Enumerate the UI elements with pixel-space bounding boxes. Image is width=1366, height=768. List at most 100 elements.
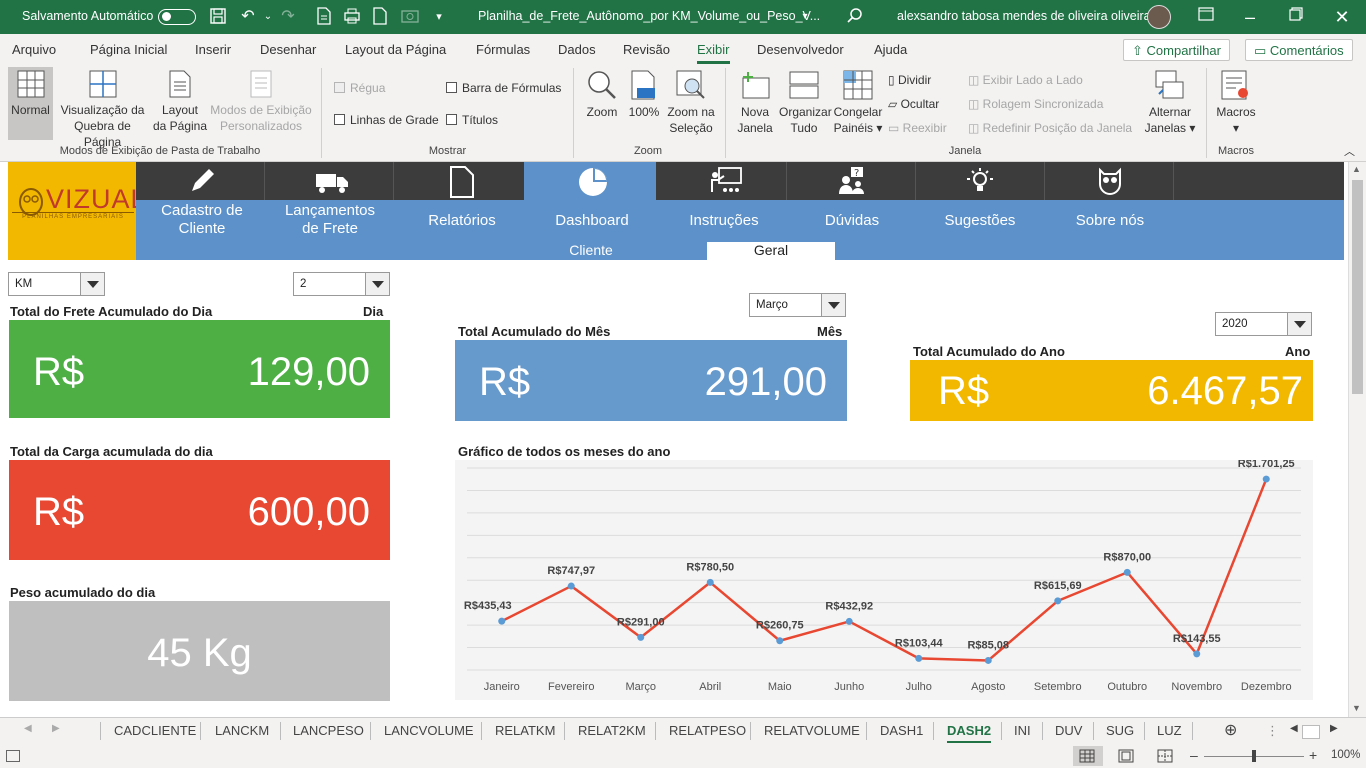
headings-checkbox[interactable]: Títulos — [446, 112, 498, 128]
tab-formulas[interactable]: Fórmulas — [476, 42, 530, 57]
add-sheet-icon[interactable]: ⊕ — [1224, 720, 1237, 740]
gridlines-checkbox[interactable]: Linhas de Grade — [334, 112, 439, 128]
tab-dados[interactable]: Dados — [558, 42, 596, 57]
file-name-dropdown-icon[interactable]: ▾ — [795, 7, 815, 27]
unit-dropdown[interactable]: KM — [8, 272, 105, 296]
minimize-icon[interactable]: – — [1240, 7, 1260, 27]
undo-icon[interactable]: ↶ — [238, 7, 258, 27]
nav-relatorios[interactable]: Relatórios — [398, 162, 526, 260]
sheet-tab[interactable]: RELATKM — [495, 723, 555, 738]
scroll-thumb[interactable] — [1352, 180, 1363, 394]
hide-button[interactable]: ▱ Ocultar — [888, 96, 939, 112]
custom-views-button[interactable]: Modos de Exibição Personalizados — [208, 70, 314, 134]
tab-ajuda[interactable]: Ajuda — [874, 42, 907, 57]
redo-icon[interactable]: ↷ — [278, 7, 298, 27]
zoom-slider-thumb[interactable] — [1252, 750, 1256, 762]
page-layout-icon[interactable] — [1118, 749, 1134, 766]
page-break-view-button[interactable]: Visualização da Quebra de Página — [55, 70, 150, 150]
collapse-ribbon-icon[interactable]: ︿ — [1344, 144, 1355, 160]
normal-view-button[interactable]: Normal — [8, 70, 53, 118]
chevron-down-icon[interactable] — [1287, 313, 1311, 335]
sheet-tab[interactable]: DUV — [1055, 723, 1082, 738]
tab-arquivo[interactable]: Arquivo — [12, 42, 56, 57]
sheet-tab[interactable]: RELATVOLUME — [764, 723, 860, 738]
formula-bar-checkbox[interactable]: Barra de Fórmulas — [446, 80, 561, 96]
tab-revisao[interactable]: Revisão — [623, 42, 670, 57]
close-icon[interactable]: ✕ — [1332, 7, 1352, 27]
switch-windows-button[interactable]: Alternar Janelas ▾ — [1144, 70, 1196, 136]
hscroll-right-icon[interactable]: ▶ — [1330, 723, 1338, 734]
scroll-down-icon[interactable]: ▼ — [1352, 703, 1361, 713]
sheet-tab[interactable]: CADCLIENTE — [114, 723, 196, 738]
zoom-100-button[interactable]: 100% — [626, 70, 662, 120]
new-file-icon[interactable] — [370, 7, 390, 27]
tab-layout[interactable]: Layout da Página — [345, 42, 446, 57]
macros-button[interactable]: Macros ▾ — [1212, 70, 1260, 136]
normal-view-icon[interactable] — [1079, 749, 1095, 766]
tab-desenvolvedor[interactable]: Desenvolvedor — [757, 42, 844, 57]
search-icon[interactable] — [845, 7, 865, 27]
tab-inserir[interactable]: Inserir — [195, 42, 231, 57]
autosave-toggle[interactable] — [158, 9, 196, 25]
zoom-selection-button[interactable]: Zoom na Seleção — [664, 70, 718, 136]
zoom-level[interactable]: 100% — [1331, 749, 1360, 761]
quick-print-icon[interactable] — [342, 7, 362, 27]
unhide-button[interactable]: ▭ Reexibir — [888, 120, 947, 136]
more-options-icon[interactable]: ⋮ — [1266, 723, 1279, 739]
page-layout-view-button[interactable]: Layout da Página — [152, 70, 208, 134]
sheet-tab-active[interactable]: DASH2 — [947, 723, 992, 743]
chevron-down-icon[interactable] — [80, 273, 104, 295]
reset-window-button[interactable]: ◫ Redefinir Posição da Janela — [968, 120, 1132, 136]
sheet-tab[interactable]: RELATPESO — [669, 723, 746, 738]
nav-lancamentos-frete[interactable]: Lançamentos de Frete — [266, 162, 394, 260]
scroll-up-icon[interactable]: ▲ — [1352, 164, 1361, 174]
nav-sugestoes[interactable]: Sugestões — [916, 162, 1044, 260]
ribbon-display-options-icon[interactable] — [1196, 7, 1216, 27]
save-icon[interactable] — [208, 7, 228, 27]
nav-cadastro-cliente[interactable]: Cadastro de Cliente — [138, 162, 266, 260]
day-dropdown[interactable]: 2 — [293, 272, 390, 296]
arrange-all-button[interactable]: Organizar Tudo — [779, 70, 832, 136]
new-window-button[interactable]: Nova Janela — [733, 70, 777, 136]
sheet-tab[interactable]: INI — [1014, 723, 1031, 738]
year-dropdown[interactable]: 2020 — [1215, 312, 1312, 336]
undo-dropdown-icon[interactable]: ⌄ — [258, 7, 278, 27]
share-button[interactable]: ⇧ Compartilhar — [1123, 39, 1230, 61]
hscroll-thumb[interactable] — [1302, 725, 1320, 739]
sheet-tab[interactable]: SUG — [1106, 723, 1134, 738]
side-by-side-button[interactable]: ◫ Exibir Lado a Lado — [968, 72, 1083, 88]
sheet-tab[interactable]: LANCPESO — [293, 723, 364, 738]
sync-scroll-button[interactable]: ◫ Rolagem Sincronizada — [968, 96, 1103, 112]
print-preview-icon[interactable] — [314, 7, 334, 27]
nav-sobre-nos[interactable]: Sobre nós — [1046, 162, 1174, 260]
tab-pagina-inicial[interactable]: Página Inicial — [90, 42, 167, 57]
macro-record-icon[interactable] — [6, 750, 20, 762]
chevron-down-icon[interactable] — [365, 273, 389, 295]
hscroll-left-icon[interactable]: ◀ — [1290, 723, 1298, 734]
month-dropdown[interactable]: Março — [749, 293, 846, 317]
user-avatar[interactable] — [1147, 5, 1171, 29]
chevron-down-icon[interactable] — [821, 294, 845, 316]
zoom-out-icon[interactable]: – — [1190, 747, 1198, 763]
sheet-tab[interactable]: RELAT2KM — [578, 723, 646, 738]
camera-icon[interactable] — [400, 7, 420, 27]
customize-toolbar-icon[interactable]: ▾ — [429, 7, 449, 27]
sheet-tab[interactable]: LANCKM — [215, 723, 269, 738]
sheet-tab[interactable]: LUZ — [1157, 723, 1182, 738]
restore-icon[interactable] — [1286, 7, 1306, 27]
tab-exibir[interactable]: Exibir — [697, 42, 730, 64]
tab-desenhar[interactable]: Desenhar — [260, 42, 316, 57]
zoom-button[interactable]: Zoom — [580, 70, 624, 120]
sheet-tab[interactable]: LANCVOLUME — [384, 723, 474, 738]
page-break-preview-icon[interactable] — [1157, 749, 1173, 766]
zoom-in-icon[interactable]: + — [1309, 747, 1317, 763]
vertical-scrollbar[interactable]: ▲ ▼ — [1348, 162, 1366, 717]
comments-button[interactable]: ▭ Comentários — [1245, 39, 1353, 61]
freeze-panes-button[interactable]: Congelar Painéis ▾ — [832, 70, 884, 136]
tab-scroll-right-icon[interactable]: ▶ — [52, 723, 60, 734]
ruler-checkbox[interactable]: Régua — [334, 80, 385, 96]
subtab-geral[interactable]: Geral — [707, 242, 835, 260]
subtab-cliente[interactable]: Cliente — [526, 242, 656, 260]
tab-scroll-left-icon[interactable]: ◀ — [24, 723, 32, 734]
split-button[interactable]: ▯ Dividir — [888, 72, 931, 88]
